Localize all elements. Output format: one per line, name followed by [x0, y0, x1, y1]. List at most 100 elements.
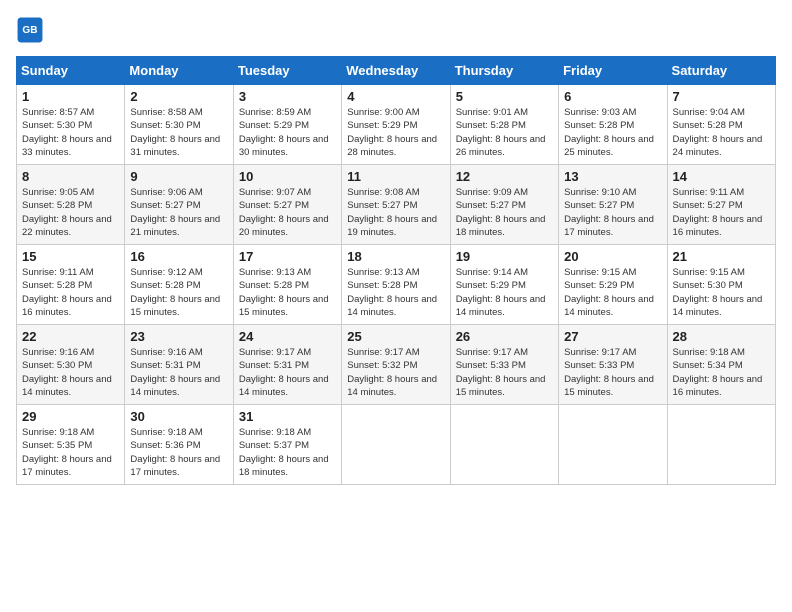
- calendar-cell: 14 Sunrise: 9:11 AM Sunset: 5:27 PM Dayl…: [667, 165, 775, 245]
- day-number: 9: [130, 169, 227, 184]
- day-number: 26: [456, 329, 553, 344]
- cell-content: Sunrise: 9:10 AM Sunset: 5:27 PM Dayligh…: [564, 186, 661, 239]
- cell-content: Sunrise: 9:13 AM Sunset: 5:28 PM Dayligh…: [239, 266, 336, 319]
- calendar-cell: 10 Sunrise: 9:07 AM Sunset: 5:27 PM Dayl…: [233, 165, 341, 245]
- cell-content: Sunrise: 8:59 AM Sunset: 5:29 PM Dayligh…: [239, 106, 336, 159]
- calendar-cell: 3 Sunrise: 8:59 AM Sunset: 5:29 PM Dayli…: [233, 85, 341, 165]
- calendar-cell: 6 Sunrise: 9:03 AM Sunset: 5:28 PM Dayli…: [559, 85, 667, 165]
- calendar-cell: 29 Sunrise: 9:18 AM Sunset: 5:35 PM Dayl…: [17, 405, 125, 485]
- calendar-cell: 2 Sunrise: 8:58 AM Sunset: 5:30 PM Dayli…: [125, 85, 233, 165]
- col-header-monday: Monday: [125, 57, 233, 85]
- day-number: 17: [239, 249, 336, 264]
- week-row-5: 29 Sunrise: 9:18 AM Sunset: 5:35 PM Dayl…: [17, 405, 776, 485]
- cell-content: Sunrise: 9:18 AM Sunset: 5:36 PM Dayligh…: [130, 426, 227, 479]
- page-header: GB: [16, 16, 776, 44]
- calendar-cell: 22 Sunrise: 9:16 AM Sunset: 5:30 PM Dayl…: [17, 325, 125, 405]
- calendar-cell: 24 Sunrise: 9:17 AM Sunset: 5:31 PM Dayl…: [233, 325, 341, 405]
- calendar-cell: 19 Sunrise: 9:14 AM Sunset: 5:29 PM Dayl…: [450, 245, 558, 325]
- day-number: 3: [239, 89, 336, 104]
- cell-content: Sunrise: 9:08 AM Sunset: 5:27 PM Dayligh…: [347, 186, 444, 239]
- day-number: 27: [564, 329, 661, 344]
- day-number: 16: [130, 249, 227, 264]
- day-number: 23: [130, 329, 227, 344]
- cell-content: Sunrise: 9:05 AM Sunset: 5:28 PM Dayligh…: [22, 186, 119, 239]
- calendar-cell: 18 Sunrise: 9:13 AM Sunset: 5:28 PM Dayl…: [342, 245, 450, 325]
- cell-content: Sunrise: 9:17 AM Sunset: 5:33 PM Dayligh…: [564, 346, 661, 399]
- cell-content: Sunrise: 9:16 AM Sunset: 5:31 PM Dayligh…: [130, 346, 227, 399]
- day-number: 2: [130, 89, 227, 104]
- cell-content: Sunrise: 9:03 AM Sunset: 5:28 PM Dayligh…: [564, 106, 661, 159]
- day-number: 29: [22, 409, 119, 424]
- calendar-cell: 20 Sunrise: 9:15 AM Sunset: 5:29 PM Dayl…: [559, 245, 667, 325]
- day-number: 5: [456, 89, 553, 104]
- logo-icon: GB: [16, 16, 44, 44]
- cell-content: Sunrise: 9:18 AM Sunset: 5:34 PM Dayligh…: [673, 346, 770, 399]
- cell-content: Sunrise: 9:01 AM Sunset: 5:28 PM Dayligh…: [456, 106, 553, 159]
- calendar-cell: 23 Sunrise: 9:16 AM Sunset: 5:31 PM Dayl…: [125, 325, 233, 405]
- calendar-cell: 17 Sunrise: 9:13 AM Sunset: 5:28 PM Dayl…: [233, 245, 341, 325]
- day-number: 13: [564, 169, 661, 184]
- calendar-table: SundayMondayTuesdayWednesdayThursdayFrid…: [16, 56, 776, 485]
- col-header-tuesday: Tuesday: [233, 57, 341, 85]
- day-number: 10: [239, 169, 336, 184]
- week-row-2: 8 Sunrise: 9:05 AM Sunset: 5:28 PM Dayli…: [17, 165, 776, 245]
- cell-content: Sunrise: 9:17 AM Sunset: 5:32 PM Dayligh…: [347, 346, 444, 399]
- col-header-sunday: Sunday: [17, 57, 125, 85]
- calendar-cell: [342, 405, 450, 485]
- col-header-wednesday: Wednesday: [342, 57, 450, 85]
- calendar-cell: 26 Sunrise: 9:17 AM Sunset: 5:33 PM Dayl…: [450, 325, 558, 405]
- day-number: 15: [22, 249, 119, 264]
- day-number: 22: [22, 329, 119, 344]
- day-number: 1: [22, 89, 119, 104]
- calendar-cell: 15 Sunrise: 9:11 AM Sunset: 5:28 PM Dayl…: [17, 245, 125, 325]
- cell-content: Sunrise: 8:58 AM Sunset: 5:30 PM Dayligh…: [130, 106, 227, 159]
- cell-content: Sunrise: 9:13 AM Sunset: 5:28 PM Dayligh…: [347, 266, 444, 319]
- cell-content: Sunrise: 9:17 AM Sunset: 5:31 PM Dayligh…: [239, 346, 336, 399]
- calendar-cell: 11 Sunrise: 9:08 AM Sunset: 5:27 PM Dayl…: [342, 165, 450, 245]
- calendar-cell: 25 Sunrise: 9:17 AM Sunset: 5:32 PM Dayl…: [342, 325, 450, 405]
- calendar-cell: 12 Sunrise: 9:09 AM Sunset: 5:27 PM Dayl…: [450, 165, 558, 245]
- cell-content: Sunrise: 9:06 AM Sunset: 5:27 PM Dayligh…: [130, 186, 227, 239]
- calendar-cell: 13 Sunrise: 9:10 AM Sunset: 5:27 PM Dayl…: [559, 165, 667, 245]
- logo: GB: [16, 16, 48, 44]
- calendar-cell: 8 Sunrise: 9:05 AM Sunset: 5:28 PM Dayli…: [17, 165, 125, 245]
- week-row-1: 1 Sunrise: 8:57 AM Sunset: 5:30 PM Dayli…: [17, 85, 776, 165]
- cell-content: Sunrise: 9:15 AM Sunset: 5:29 PM Dayligh…: [564, 266, 661, 319]
- calendar-cell: 1 Sunrise: 8:57 AM Sunset: 5:30 PM Dayli…: [17, 85, 125, 165]
- col-header-saturday: Saturday: [667, 57, 775, 85]
- day-number: 20: [564, 249, 661, 264]
- col-header-friday: Friday: [559, 57, 667, 85]
- day-number: 25: [347, 329, 444, 344]
- day-number: 19: [456, 249, 553, 264]
- week-row-4: 22 Sunrise: 9:16 AM Sunset: 5:30 PM Dayl…: [17, 325, 776, 405]
- cell-content: Sunrise: 9:04 AM Sunset: 5:28 PM Dayligh…: [673, 106, 770, 159]
- cell-content: Sunrise: 9:18 AM Sunset: 5:37 PM Dayligh…: [239, 426, 336, 479]
- day-number: 11: [347, 169, 444, 184]
- cell-content: Sunrise: 9:07 AM Sunset: 5:27 PM Dayligh…: [239, 186, 336, 239]
- calendar-cell: [450, 405, 558, 485]
- cell-content: Sunrise: 9:00 AM Sunset: 5:29 PM Dayligh…: [347, 106, 444, 159]
- cell-content: Sunrise: 9:16 AM Sunset: 5:30 PM Dayligh…: [22, 346, 119, 399]
- cell-content: Sunrise: 9:17 AM Sunset: 5:33 PM Dayligh…: [456, 346, 553, 399]
- calendar-cell: 16 Sunrise: 9:12 AM Sunset: 5:28 PM Dayl…: [125, 245, 233, 325]
- calendar-cell: 7 Sunrise: 9:04 AM Sunset: 5:28 PM Dayli…: [667, 85, 775, 165]
- day-number: 30: [130, 409, 227, 424]
- calendar-cell: 30 Sunrise: 9:18 AM Sunset: 5:36 PM Dayl…: [125, 405, 233, 485]
- calendar-cell: 9 Sunrise: 9:06 AM Sunset: 5:27 PM Dayli…: [125, 165, 233, 245]
- calendar-cell: [559, 405, 667, 485]
- cell-content: Sunrise: 9:11 AM Sunset: 5:28 PM Dayligh…: [22, 266, 119, 319]
- cell-content: Sunrise: 9:14 AM Sunset: 5:29 PM Dayligh…: [456, 266, 553, 319]
- calendar-cell: 21 Sunrise: 9:15 AM Sunset: 5:30 PM Dayl…: [667, 245, 775, 325]
- svg-text:GB: GB: [22, 25, 37, 36]
- day-number: 4: [347, 89, 444, 104]
- calendar-cell: 5 Sunrise: 9:01 AM Sunset: 5:28 PM Dayli…: [450, 85, 558, 165]
- day-number: 28: [673, 329, 770, 344]
- day-number: 21: [673, 249, 770, 264]
- cell-content: Sunrise: 9:12 AM Sunset: 5:28 PM Dayligh…: [130, 266, 227, 319]
- cell-content: Sunrise: 9:09 AM Sunset: 5:27 PM Dayligh…: [456, 186, 553, 239]
- calendar-cell: 27 Sunrise: 9:17 AM Sunset: 5:33 PM Dayl…: [559, 325, 667, 405]
- calendar-cell: 28 Sunrise: 9:18 AM Sunset: 5:34 PM Dayl…: [667, 325, 775, 405]
- day-number: 6: [564, 89, 661, 104]
- calendar-cell: [667, 405, 775, 485]
- cell-content: Sunrise: 9:18 AM Sunset: 5:35 PM Dayligh…: [22, 426, 119, 479]
